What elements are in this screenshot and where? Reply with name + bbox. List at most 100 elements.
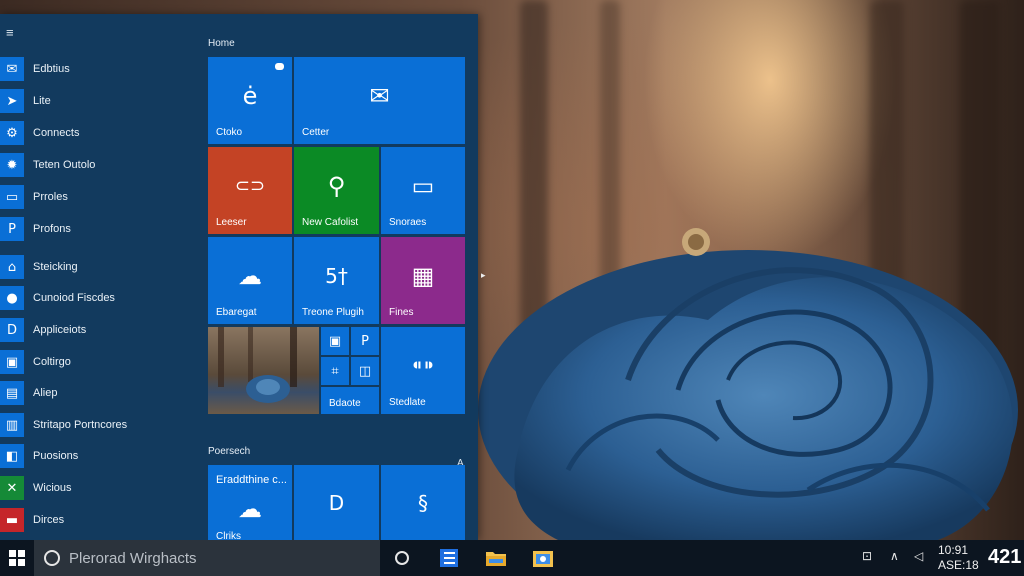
d-letter-icon: D <box>328 490 345 515</box>
tile-groove[interactable]: ⊂⊃ Leeser <box>208 147 292 234</box>
message-icon: ▭ <box>411 172 435 201</box>
tile-weather[interactable]: ☁ Ebaregat <box>208 237 292 324</box>
app-logo-icon: § <box>418 490 428 515</box>
mini-tile[interactable]: ▣ <box>321 327 349 355</box>
app-list-item[interactable]: ✕ Wicious <box>0 476 195 500</box>
app-list-item[interactable]: ➤ Lite <box>0 89 195 113</box>
briefcase-icon: ▬ <box>0 508 24 532</box>
people-icon: ◧ <box>0 444 24 468</box>
store-icon: ▥ <box>0 413 24 437</box>
xbox-icon: ✕ <box>0 476 24 500</box>
list-app-icon <box>440 549 458 567</box>
tile-photo[interactable] <box>208 327 319 414</box>
app-list-item[interactable]: P Profons <box>0 217 195 241</box>
app-label: Lite <box>33 95 51 107</box>
gear-outline-icon: ⚙ <box>0 121 24 145</box>
app-list-item[interactable]: ▬ Dirces <box>0 508 195 532</box>
mini-tile[interactable]: ◫ <box>351 357 379 385</box>
tile-label: New Cafolist <box>302 217 359 228</box>
cortana-circle-icon <box>44 550 60 566</box>
tile-d-app[interactable]: D <box>294 465 379 540</box>
taskbar: Plerorad Wirghacts ⊡ ∧ ◁ 10:91 ASE:18 42… <box>0 540 1024 576</box>
notification-count[interactable]: 421 <box>988 546 1021 569</box>
notification-badge-icon <box>275 63 284 70</box>
calculator-icon: ▦ <box>411 262 435 291</box>
clock-date: ASE:18 <box>938 558 979 572</box>
document-icon: ▤ <box>0 381 24 405</box>
tile-label: Treone Plugih <box>302 307 364 318</box>
battery-icon[interactable]: ⊡ <box>862 549 872 563</box>
tile-label: Bdaote <box>329 398 361 409</box>
mail-icon: ✉ <box>369 82 390 111</box>
mini-tile[interactable]: P <box>351 327 379 355</box>
clock-time: 10:91 <box>938 543 969 557</box>
task-view-icon <box>395 551 409 565</box>
app-label: Prroles <box>33 191 68 203</box>
app-label: Steicking <box>33 261 78 273</box>
store-button[interactable] <box>531 546 555 570</box>
tile-new-calc[interactable]: ⚲ New Cafolist <box>294 147 379 234</box>
tile-edge[interactable]: ė Ctoko <box>208 57 292 144</box>
pin-icon: ➤ <box>0 89 24 113</box>
tile-trecne[interactable]: 5† Treone Plugih <box>294 237 379 324</box>
app-label: Dirces <box>33 514 65 526</box>
app-list-item[interactable]: D Appliceiots <box>0 318 195 342</box>
tile-fines[interactable]: ▦ Fines <box>381 237 465 324</box>
music-disc-icon: ⊂⊃ <box>234 175 266 197</box>
app-list-item[interactable]: ◧ Puosions <box>0 444 195 468</box>
cloud-icon: ☁ <box>238 262 262 291</box>
app-label: Profons <box>33 223 71 235</box>
mini-tile[interactable]: ⌗ <box>321 357 349 385</box>
tile-stedlate[interactable]: ⁌⁍ Stedlate <box>381 327 465 414</box>
app-label: Coltirgo <box>33 356 71 368</box>
panel-icon: ◫ <box>358 363 372 379</box>
tile-label: Snoraes <box>389 217 427 228</box>
start-button[interactable] <box>0 540 34 576</box>
tile-bdaote[interactable]: Bdaote <box>321 387 379 414</box>
app-list-item[interactable]: ⚙ Connects <box>0 121 195 145</box>
app-list-item[interactable]: ✹ Teten Outolo <box>0 153 195 177</box>
pause-icon: ⁌⁍ <box>411 352 435 381</box>
p-letter-icon: P <box>361 333 369 349</box>
app-label: Stritapo Portncores <box>33 419 128 431</box>
app-label: Cunoiod Fiscdes <box>33 292 115 304</box>
tile-snoraes[interactable]: ▭ Snoraes <box>381 147 465 234</box>
app-label: Aliep <box>33 387 58 399</box>
p-letter-icon: P <box>0 217 24 241</box>
tile-s-app[interactable]: § <box>381 465 465 540</box>
chat-bubble-icon: ● <box>0 286 24 310</box>
taskbar-app-button[interactable] <box>437 546 461 570</box>
tile-sublabel: Clriks <box>216 531 241 540</box>
app-list-item[interactable]: ▭ Prroles <box>0 185 195 209</box>
d-letter-icon: D <box>0 318 24 342</box>
app-label: Wicious <box>33 482 72 494</box>
app-list-item[interactable]: ▥ Stritapo Portncores <box>0 413 195 437</box>
app-list-item[interactable]: ▣ Coltirgo <box>0 350 195 374</box>
magnifier-icon: ⚲ <box>327 172 346 201</box>
network-icon[interactable]: ∧ <box>890 549 899 563</box>
app-list-item[interactable]: ⌂ Steicking <box>0 255 195 279</box>
file-explorer-button[interactable] <box>484 546 508 570</box>
tile-mail[interactable]: ✉ Cetter <box>294 57 465 144</box>
tile-group-title: Poersech <box>208 446 251 457</box>
app-list-item[interactable]: ▤ Aliep <box>0 381 195 405</box>
grid-icon: ⌗ <box>331 363 339 379</box>
task-view-button[interactable] <box>390 546 414 570</box>
cloud-icon: ☁ <box>238 494 262 523</box>
app-label: Puosions <box>33 450 79 462</box>
app-list-item[interactable]: ✉ Edbtius <box>0 57 195 81</box>
store-bag-icon <box>533 551 553 567</box>
tile-label: Fines <box>389 307 414 318</box>
hamburger-menu-icon[interactable]: ≡ <box>6 26 18 39</box>
tile-label: Ebaregat <box>216 307 257 318</box>
gear-icon: ✹ <box>0 153 24 177</box>
tile-eraddthine[interactable]: Eraddthine c... ☁ Clriks <box>208 465 292 540</box>
app-list-item[interactable]: ● Cunoiod Fiscdes <box>0 286 195 310</box>
tile-label: Eraddthine c... <box>216 474 287 486</box>
mail-icon: ✉ <box>0 57 24 81</box>
volume-icon[interactable]: ◁ <box>914 549 923 563</box>
search-input[interactable]: Plerorad Wirghacts <box>34 540 380 576</box>
app-label: Teten Outolo <box>33 159 96 171</box>
taskbar-clock[interactable]: 10:91 ASE:18 <box>938 543 979 573</box>
sports-icon: 5† <box>325 264 348 289</box>
